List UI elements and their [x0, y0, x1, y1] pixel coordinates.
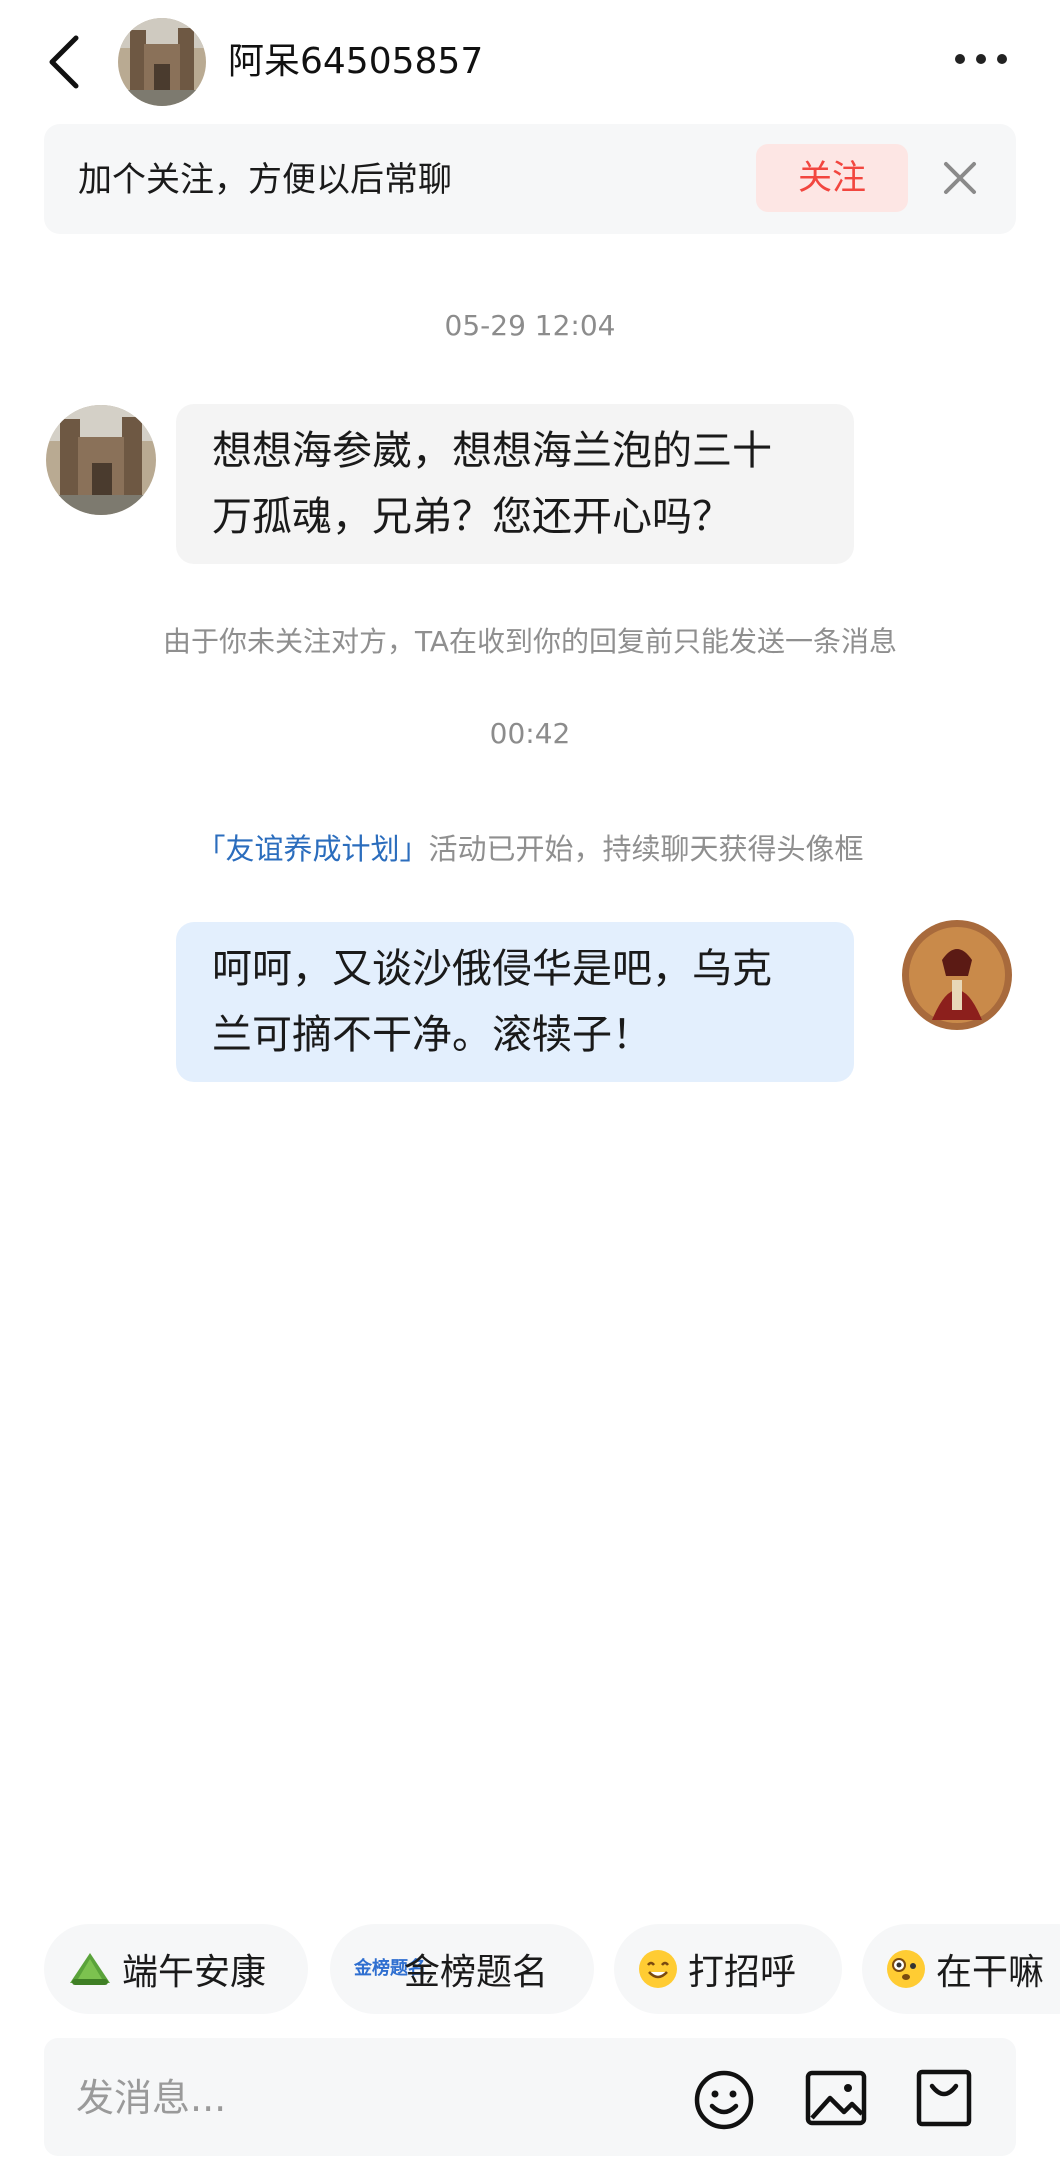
image-icon[interactable] [804, 2068, 868, 2128]
friendship-plan-link[interactable]: 「友谊养成计划」 [196, 832, 428, 866]
message-input[interactable] [76, 2072, 636, 2124]
quick-reply-label: 金榜题名 [404, 1952, 549, 1993]
smile-emoji-icon [636, 1947, 680, 1991]
outgoing-message-bubble[interactable]: 呵呵，又谈沙俄侵华是吧，乌克 兰可摘不干净。滚犊子！ [176, 922, 854, 1082]
quick-reply-label: 打招呼 [688, 1952, 797, 1993]
message-line: 兰可摘不干净。滚犊子！ [212, 1012, 652, 1058]
contact-avatar[interactable] [118, 18, 206, 106]
gold-list-badge-icon: 金榜题名 [352, 1958, 426, 1979]
quick-reply-label: 在干嘛 [936, 1952, 1045, 1993]
close-icon[interactable] [938, 156, 982, 200]
activity-notice-text: 活动已开始，持续聊天获得头像框 [428, 832, 864, 866]
quick-reply-bar: 端午安康 金榜题名 金榜题名 打招呼 在干嘛 [0, 1900, 1060, 2040]
quick-reply-chip[interactable]: 金榜题名 金榜题名 [330, 1924, 594, 2014]
quick-reply-chip[interactable]: 打招呼 [614, 1924, 842, 2014]
timestamp: 05-29 12:04 [444, 309, 616, 342]
system-notice: 由于你未关注对方，TA在收到你的回复前只能发送一条消息 [162, 625, 898, 658]
curious-emoji-icon [884, 1947, 928, 1991]
incoming-avatar[interactable] [46, 405, 156, 515]
message-line: 万孤魂，兄弟？您还开心吗？ [212, 494, 732, 540]
more-horizontal-icon[interactable] [952, 46, 1010, 72]
quick-reply-label: 端午安康 [122, 1952, 267, 1993]
follow-button[interactable]: 关注 [756, 144, 908, 212]
emoji-icon[interactable] [692, 2068, 756, 2132]
badge-text: 金榜题名 [354, 1958, 426, 1979]
timestamp: 00:42 [489, 717, 571, 750]
message-line: 呵呵，又谈沙俄侵华是吧，乌克 [212, 946, 772, 992]
my-avatar[interactable] [902, 920, 1012, 1030]
contact-name: 阿呆64505857 [228, 41, 484, 82]
activity-notice: 「友谊养成计划」活动已开始，持续聊天获得头像框 [0, 828, 1060, 870]
quick-reply-chip[interactable]: 端午安康 [44, 1924, 308, 2014]
incoming-message-bubble[interactable]: 想想海参崴，想想海兰泡的三十 万孤魂，兄弟？您还开心吗？ [176, 404, 854, 564]
quick-reply-chip[interactable]: 在干嘛 [862, 1924, 1060, 2014]
follow-banner-text: 加个关注，方便以后常聊 [78, 160, 452, 200]
zongzi-icon [66, 1949, 114, 1989]
shopping-bag-icon[interactable] [914, 2066, 974, 2130]
message-line: 想想海参崴，想想海兰泡的三十 [212, 428, 772, 474]
chevron-left-icon[interactable] [42, 32, 88, 92]
